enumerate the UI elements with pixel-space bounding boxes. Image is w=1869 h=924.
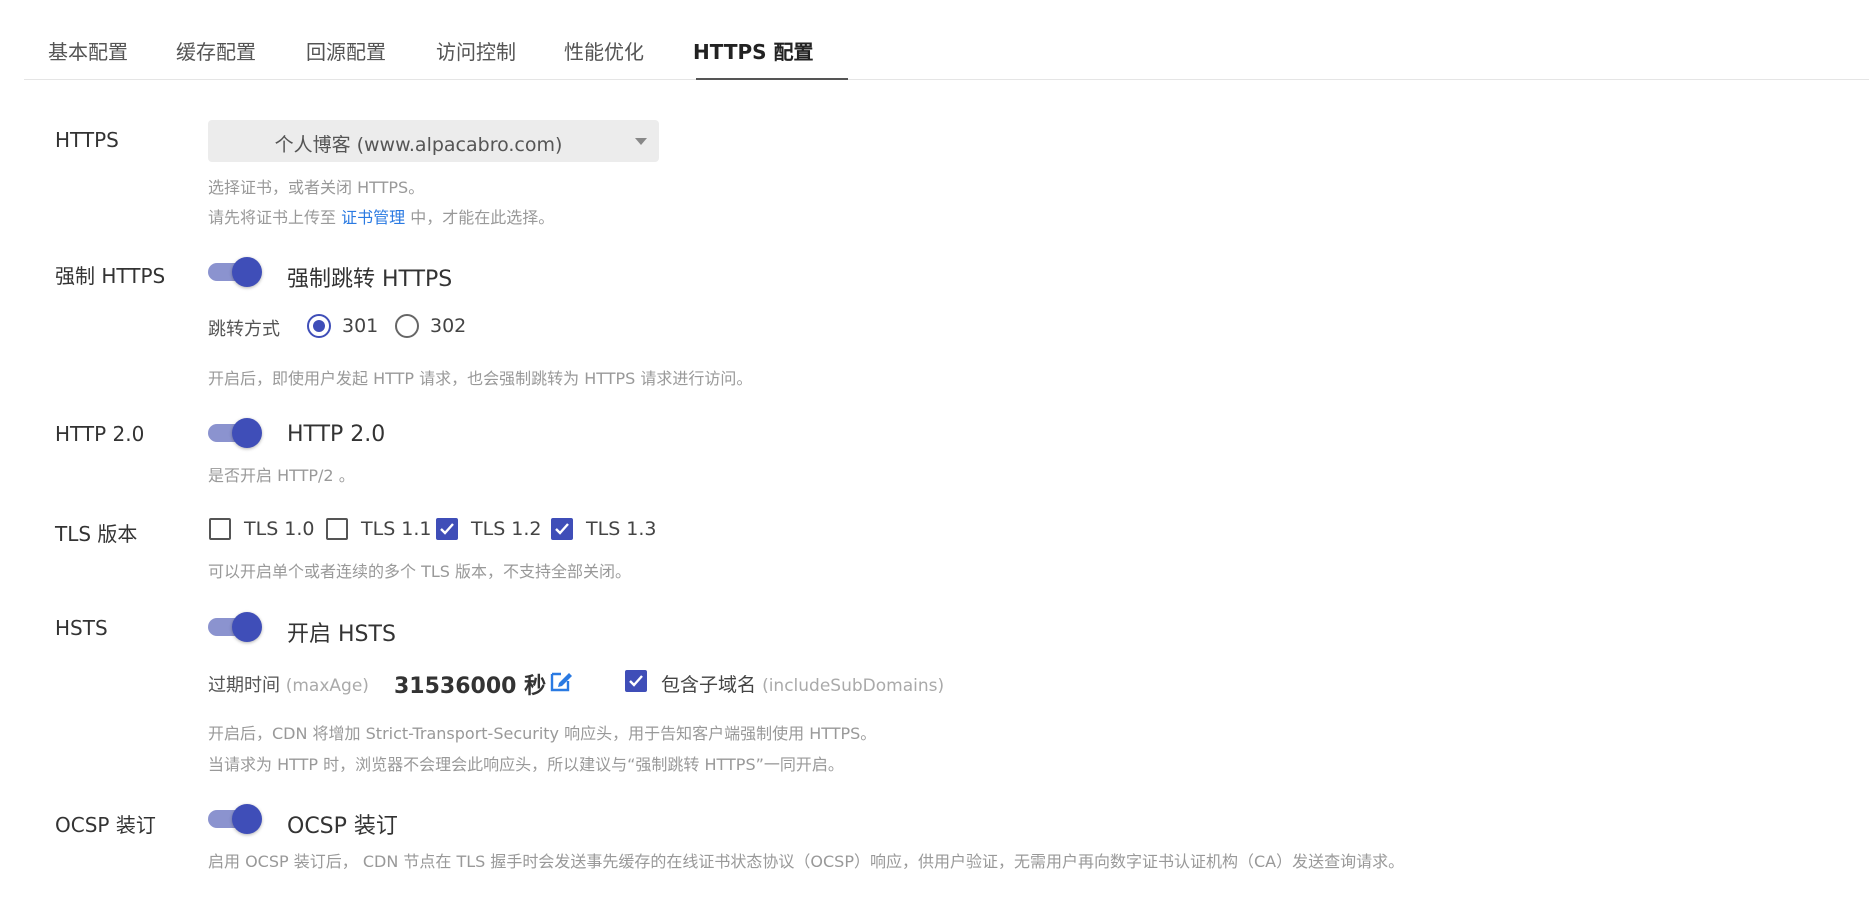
hsts-toggle[interactable] <box>208 610 264 644</box>
cert-select-value: 个人博客 (www.alpacabro.com) <box>274 134 563 156</box>
tab-origin[interactable]: 回源配置 <box>306 36 386 65</box>
force-https-toggle[interactable] <box>208 255 264 289</box>
ocsp-toggle[interactable] <box>208 802 264 836</box>
tab-bar: 基本配置 缓存配置 回源配置 访问控制 性能优化 HTTPS 配置 <box>24 0 1869 80</box>
http2-toggle-label: HTTP 2.0 <box>287 422 386 447</box>
maxage-label: 过期时间 (maxAge) <box>208 675 369 696</box>
force-https-label: 强制 HTTPS <box>55 264 166 288</box>
checkbox-tls-1-0[interactable] <box>209 518 231 540</box>
ocsp-toggle-label: OCSP 装订 <box>287 814 398 839</box>
radio-301-label: 301 <box>342 315 379 337</box>
force-https-help: 开启后，即使用户发起 HTTP 请求，也会强制跳转为 HTTPS 请求进行访问。 <box>208 369 753 388</box>
hsts-help-1: 开启后，CDN 将增加 Strict-Transport-Security 响应… <box>208 724 877 743</box>
redirect-method-label: 跳转方式 <box>208 319 280 340</box>
tls-label: TLS 版本 <box>55 522 138 546</box>
tab-cache[interactable]: 缓存配置 <box>176 36 256 65</box>
radio-302-label: 302 <box>430 315 467 337</box>
hsts-toggle-label: 开启 HSTS <box>287 622 396 647</box>
http2-label: HTTP 2.0 <box>55 422 145 446</box>
checkbox-tls-1-2[interactable] <box>436 518 458 540</box>
radio-302[interactable] <box>395 314 419 338</box>
tab-access-control[interactable]: 访问控制 <box>436 36 516 65</box>
https-label: HTTPS <box>55 128 119 152</box>
checkbox-tls-1-3[interactable] <box>551 518 573 540</box>
radio-301[interactable] <box>307 314 331 338</box>
http2-toggle[interactable] <box>208 416 264 450</box>
tab-basic[interactable]: 基本配置 <box>48 36 128 65</box>
hsts-help-2: 当请求为 HTTP 时，浏览器不会理会此响应头，所以建议与“强制跳转 HTTPS… <box>208 755 844 774</box>
tab-performance[interactable]: 性能优化 <box>564 36 644 65</box>
hsts-label: HSTS <box>55 616 108 640</box>
active-tab-indicator <box>696 78 848 80</box>
tls-1-0-label: TLS 1.0 <box>244 518 315 540</box>
cert-management-link[interactable]: 证书管理 <box>341 208 405 227</box>
tls-1-3-label: TLS 1.3 <box>586 518 657 540</box>
https-help-2: 请先将证书上传至 证书管理 中，才能在此选择。 <box>208 208 555 227</box>
checkbox-include-subdomains[interactable] <box>625 670 647 692</box>
cert-select[interactable]: 个人博客 (www.alpacabro.com) <box>208 120 659 162</box>
force-https-toggle-label: 强制跳转 HTTPS <box>287 267 453 292</box>
ocsp-label: OCSP 装订 <box>55 813 156 837</box>
maxage-value: 31536000 秒 <box>394 674 547 699</box>
edit-icon[interactable] <box>548 668 574 694</box>
tab-https[interactable]: HTTPS 配置 <box>693 36 814 65</box>
chevron-down-icon <box>635 138 647 145</box>
https-help-1: 选择证书，或者关闭 HTTPS。 <box>208 178 425 197</box>
ocsp-help: 启用 OCSP 装订后， CDN 节点在 TLS 握手时会发送事先缓存的在线证书… <box>208 852 1405 871</box>
tls-1-1-label: TLS 1.1 <box>361 518 432 540</box>
http2-help: 是否开启 HTTP/2 。 <box>208 466 355 485</box>
checkbox-tls-1-1[interactable] <box>326 518 348 540</box>
include-subdomains-label: 包含子域名 (includeSubDomains) <box>661 674 945 696</box>
tls-1-2-label: TLS 1.2 <box>471 518 542 540</box>
tls-help: 可以开启单个或者连续的多个 TLS 版本，不支持全部关闭。 <box>208 562 632 581</box>
